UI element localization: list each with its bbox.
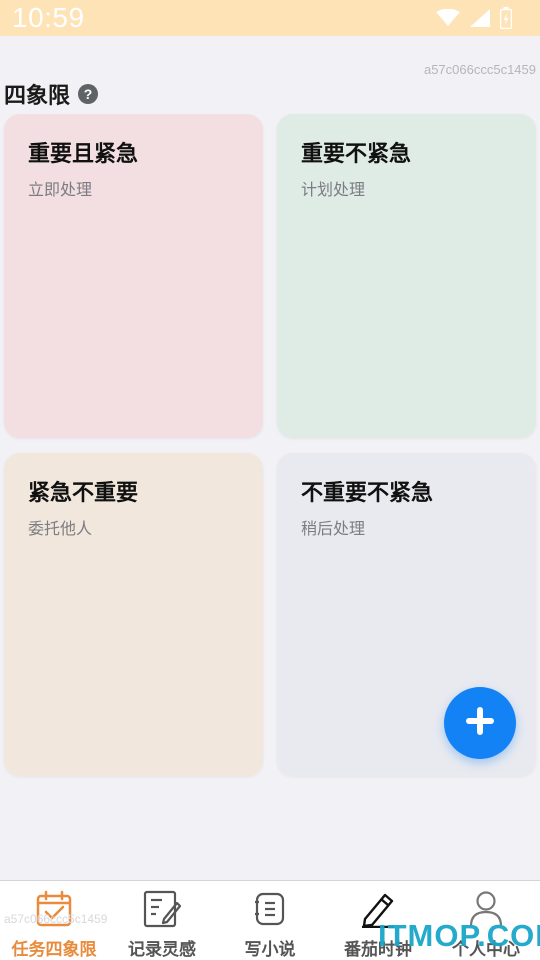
section-header: 四象限 ?: [4, 78, 99, 110]
book-icon: [248, 887, 292, 931]
watermark: ITMOP.COM: [378, 918, 540, 953]
nav-label: 写小说: [244, 940, 296, 960]
quadrant-title: 重要且紧急: [28, 142, 139, 167]
device-id: a57c066ccc5c1459: [423, 62, 536, 77]
status-time: 10:59: [12, 2, 85, 33]
quadrant-important-not-urgent[interactable]: 重要不紧急 计划处理: [277, 114, 536, 438]
signal-icon: [470, 9, 490, 27]
quadrant-title: 紧急不重要: [28, 481, 139, 506]
device-id-faded: a57c066ccc5c1459: [4, 912, 108, 926]
nav-item-novel[interactable]: 写小说: [216, 881, 324, 960]
quadrant-urgent-not-important[interactable]: 紧急不重要 委托他人: [4, 453, 263, 776]
quadrant-subtitle: 立即处理: [28, 180, 93, 199]
nav-label: 记录灵感: [128, 940, 196, 960]
quadrant-title: 不重要不紧急: [301, 481, 434, 506]
quadrant-subtitle: 委托他人: [28, 519, 93, 538]
plus-icon: [465, 706, 495, 740]
page-title: 四象限: [4, 84, 71, 109]
status-icons: [436, 7, 512, 29]
add-task-button[interactable]: [444, 687, 516, 759]
quadrant-subtitle: 计划处理: [301, 180, 366, 199]
nav-item-inspiration[interactable]: 记录灵感: [108, 881, 216, 960]
wifi-icon: [436, 9, 460, 27]
quadrant-important-urgent[interactable]: 重要且紧急 立即处理: [4, 114, 263, 438]
nav-label: 任务四象限: [11, 940, 97, 960]
quadrant-title: 重要不紧急: [301, 142, 412, 167]
quadrant-subtitle: 稍后处理: [301, 519, 366, 538]
status-bar: 10:59: [0, 0, 540, 36]
question-circle-icon[interactable]: ?: [78, 84, 99, 104]
battery-icon: [500, 7, 512, 29]
notebook-pen-icon: [140, 887, 184, 931]
